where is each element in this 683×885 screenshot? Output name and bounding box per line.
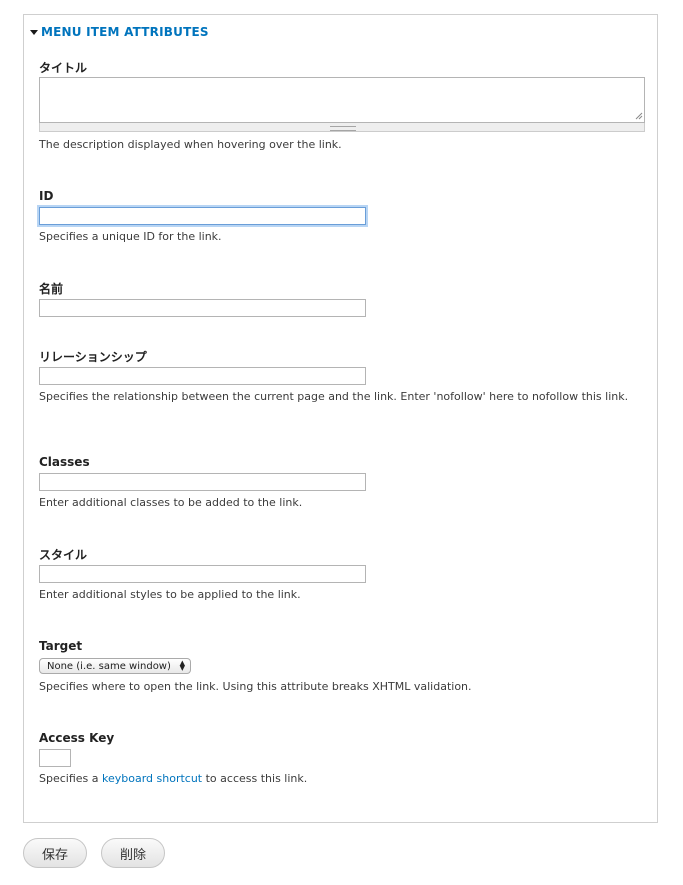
relationship-label: リレーションシップ bbox=[39, 350, 147, 364]
id-label: ID bbox=[39, 189, 54, 203]
relationship-field[interactable] bbox=[39, 367, 366, 385]
title-textarea-wrapper bbox=[39, 77, 645, 132]
id-description: Specifies a unique ID for the link. bbox=[39, 230, 222, 243]
title-description: The description displayed when hovering … bbox=[39, 138, 342, 151]
target-select[interactable]: None (i.e. same window) ▲ ▼ bbox=[39, 658, 191, 674]
access-key-description-suffix: to access this link. bbox=[202, 772, 308, 785]
target-select-value: None (i.e. same window) bbox=[47, 660, 171, 672]
delete-button[interactable]: 削除 bbox=[101, 838, 165, 868]
resize-handle-icon[interactable] bbox=[635, 112, 643, 120]
id-field[interactable] bbox=[39, 207, 366, 225]
grippie-bars-icon bbox=[330, 126, 356, 131]
access-key-description-prefix: Specifies a bbox=[39, 772, 102, 785]
keyboard-shortcut-link[interactable]: keyboard shortcut bbox=[102, 772, 202, 785]
title-textarea[interactable] bbox=[39, 77, 645, 123]
name-field[interactable] bbox=[39, 299, 366, 317]
target-description: Specifies where to open the link. Using … bbox=[39, 680, 472, 693]
save-button[interactable]: 保存 bbox=[23, 838, 87, 868]
access-key-field[interactable] bbox=[39, 749, 71, 767]
name-label: 名前 bbox=[39, 282, 64, 296]
relationship-description: Specifies the relationship between the c… bbox=[39, 390, 629, 403]
access-key-label: Access Key bbox=[39, 731, 115, 745]
fieldset-legend-label: MENU ITEM ATTRIBUTES bbox=[41, 25, 209, 39]
style-description: Enter additional styles to be applied to… bbox=[39, 588, 301, 601]
collapse-triangle-icon bbox=[30, 30, 38, 35]
title-label: タイトル bbox=[39, 61, 88, 75]
classes-description: Enter additional classes to be added to … bbox=[39, 496, 303, 509]
fieldset-legend-toggle[interactable]: MENU ITEM ATTRIBUTES bbox=[30, 25, 209, 39]
textarea-grippie[interactable] bbox=[39, 123, 645, 132]
classes-label: Classes bbox=[39, 455, 90, 469]
access-key-description: Specifies a keyboard shortcut to access … bbox=[39, 772, 639, 786]
target-label: Target bbox=[39, 639, 83, 653]
style-label: スタイル bbox=[39, 548, 88, 562]
menu-item-attributes-fieldset: MENU ITEM ATTRIBUTES タイトル The descriptio… bbox=[23, 14, 658, 823]
select-updown-icon: ▲ ▼ bbox=[179, 659, 185, 672]
style-field[interactable] bbox=[39, 565, 366, 583]
classes-field[interactable] bbox=[39, 473, 366, 491]
